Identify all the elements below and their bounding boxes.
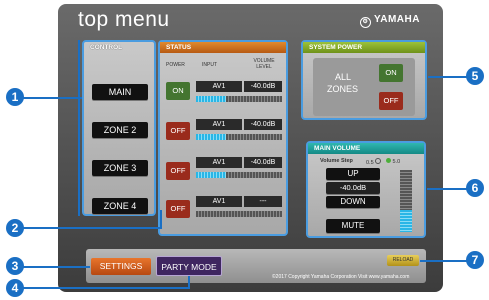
volume-step-5-0-value: 5.0 xyxy=(392,159,401,165)
callout-7-line xyxy=(420,260,468,262)
status-row1-meter-fill xyxy=(196,96,227,102)
zone-2-button[interactable]: ZONE 2 xyxy=(92,122,148,138)
status-row2-meter xyxy=(196,134,282,140)
page-title: top menu xyxy=(78,8,170,31)
status-col-input: INPUT xyxy=(202,62,217,68)
system-power-panel: SYSTEM POWER ALL ZONES ON OFF xyxy=(301,40,427,120)
radio-on-icon xyxy=(386,158,391,163)
status-row1-meter xyxy=(196,96,282,102)
reload-button[interactable]: RELOAD xyxy=(387,255,419,266)
brand-logo: ⚙ YAMAHA xyxy=(360,14,420,28)
callout-3: 3 xyxy=(6,257,24,275)
volume-step-option-5-0[interactable]: 5.0 xyxy=(386,158,400,165)
status-row4-power[interactable]: OFF xyxy=(166,200,190,218)
status-row2-meter-fill xyxy=(196,134,227,140)
status-row1-input: AV1 xyxy=(196,81,242,92)
status-heading: STATUS xyxy=(160,42,286,53)
status-panel: STATUS POWER INPUT VOLUME LEVEL ON AV1 -… xyxy=(158,40,288,236)
callout-1: 1 xyxy=(6,88,24,106)
volume-step-0-5-value: 0.5 xyxy=(366,160,374,166)
volume-value-display: -40.0dB xyxy=(326,182,380,194)
system-power-inner: ALL ZONES ON OFF xyxy=(313,58,415,116)
status-row4-volume: --- xyxy=(244,196,282,207)
mute-button[interactable]: MUTE xyxy=(326,219,380,233)
all-zones-label-line2: ZONES xyxy=(327,84,359,94)
zone-4-button[interactable]: ZONE 4 xyxy=(92,198,148,214)
callout-4-vert xyxy=(188,276,190,288)
volume-up-button[interactable]: UP xyxy=(326,168,380,180)
status-row3-meter xyxy=(196,172,282,178)
status-row4-meter xyxy=(196,211,282,217)
zone-main-button[interactable]: MAIN xyxy=(92,84,148,100)
control-heading: CONTROL xyxy=(90,44,123,51)
volume-step-option-0-5[interactable]: 0.5 xyxy=(366,158,382,166)
callout-6-line xyxy=(427,188,469,190)
status-row2-power[interactable]: OFF xyxy=(166,122,190,140)
all-zones-on-button[interactable]: ON xyxy=(379,64,403,82)
status-row1-volume: -40.0dB xyxy=(244,81,282,92)
tuning-fork-icon: ⚙ xyxy=(360,17,371,28)
settings-button[interactable]: SETTINGS xyxy=(91,258,151,275)
all-zones-label-line1: ALL xyxy=(335,72,352,82)
volume-step-label: Volume Step xyxy=(320,158,353,164)
callout-4: 4 xyxy=(6,279,24,297)
all-zones-off-button[interactable]: OFF xyxy=(379,92,403,110)
status-row3-meter-fill xyxy=(196,172,227,178)
callout-5: 5 xyxy=(466,67,484,85)
radio-off-icon xyxy=(375,158,382,164)
callout-4-line xyxy=(22,287,190,289)
volume-down-button[interactable]: DOWN xyxy=(326,196,380,208)
copyright-text: ©2017 Copyright Yamaha Corporation Visit… xyxy=(272,274,410,280)
brand-name: YAMAHA xyxy=(374,14,420,25)
zone-3-button[interactable]: ZONE 3 xyxy=(92,160,148,176)
callout-6: 6 xyxy=(466,179,484,197)
status-row2-input: AV1 xyxy=(196,119,242,130)
status-col-power: POWER xyxy=(166,62,185,68)
main-volume-heading: MAIN VOLUME xyxy=(308,143,424,154)
status-row3-power[interactable]: OFF xyxy=(166,162,190,180)
control-panel: CONTROL MAIN ZONE 2 ZONE 3 ZONE 4 xyxy=(82,40,156,216)
callout-2-line xyxy=(22,227,162,229)
status-row2-volume: -40.0dB xyxy=(244,119,282,130)
callout-1-bracket xyxy=(78,40,80,216)
volume-level-meter xyxy=(400,170,412,232)
status-row1-power[interactable]: ON xyxy=(166,82,190,100)
status-row4-input: AV1 xyxy=(196,196,242,207)
callout-2-bracket xyxy=(160,210,162,228)
callout-7: 7 xyxy=(466,251,484,269)
volume-level-fill xyxy=(400,210,412,232)
callout-2: 2 xyxy=(6,219,24,237)
status-col-volume: VOLUME LEVEL xyxy=(253,58,275,70)
callout-5-line xyxy=(428,76,470,78)
party-mode-button[interactable]: PARTY MODE xyxy=(156,256,222,276)
callout-3-line xyxy=(22,266,90,268)
system-power-heading: SYSTEM POWER xyxy=(303,42,425,53)
status-row3-volume: -40.0dB xyxy=(244,157,282,168)
callout-1-line xyxy=(22,97,82,99)
status-row3-input: AV1 xyxy=(196,157,242,168)
main-volume-panel: MAIN VOLUME Volume Step 0.5 5.0 UP -40.0… xyxy=(306,141,426,238)
